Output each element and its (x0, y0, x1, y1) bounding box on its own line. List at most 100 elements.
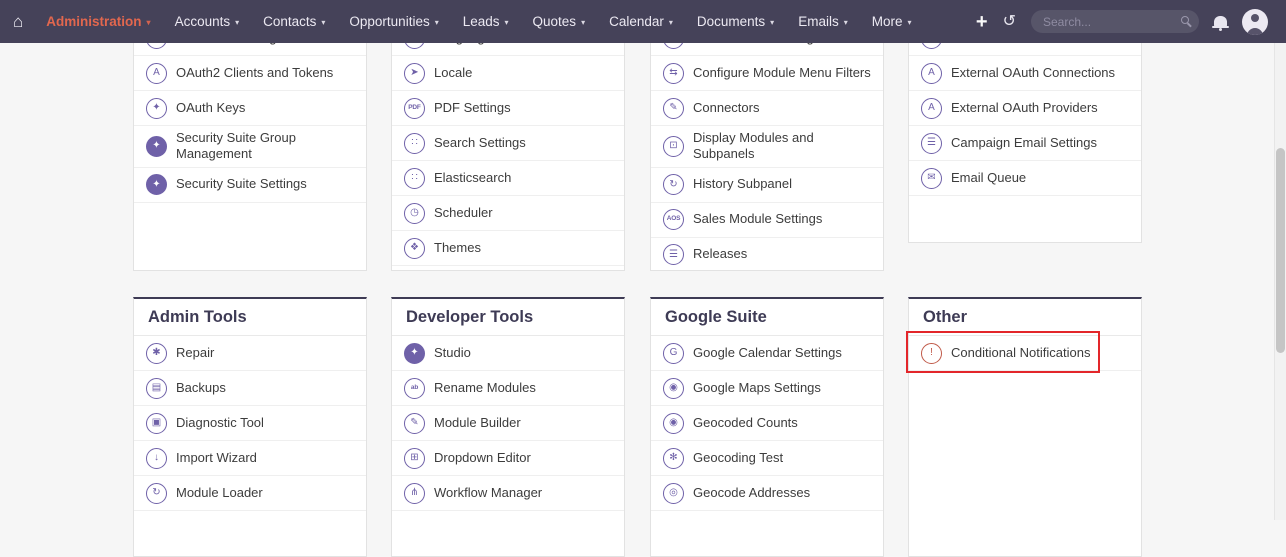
admin-link-label: OAuth Keys (176, 96, 245, 120)
admin-link-external-oauth-connections[interactable]: AExternal OAuth Connections (909, 56, 1141, 91)
admin-link-sales-module-settings[interactable]: AOSSales Module Settings (651, 203, 883, 238)
admin-link-label: Google Maps Settings (693, 376, 821, 400)
admin-link-case-module-settings[interactable]: ◍Case Module Settings (651, 43, 883, 56)
oauth2-clients-and-tokens-icon: A (146, 63, 167, 84)
admin-link-configure-module-menu-filters[interactable]: ⇆Configure Module Menu Filters (651, 56, 883, 91)
admin-link-rename-modules[interactable]: abRename Modules (392, 371, 624, 406)
quick-create-plus-icon[interactable]: + (976, 12, 988, 32)
search-icon[interactable] (1181, 16, 1189, 24)
nav-item-calendar[interactable]: Calendar▾ (597, 0, 685, 43)
admin-link-elasticsearch[interactable]: ∷Elasticsearch (392, 161, 624, 196)
admin-link-geocoded-counts[interactable]: ◉Geocoded Counts (651, 406, 883, 441)
admin-link-email-queue[interactable]: ✉Email Queue (909, 161, 1141, 196)
configure-module-menu-filters-icon: ⇆ (663, 63, 684, 84)
search-input[interactable] (1031, 10, 1199, 33)
nav-item-quotes[interactable]: Quotes▾ (521, 0, 598, 43)
chevron-down-icon: ▾ (669, 18, 673, 27)
admin-link-geocode-addresses[interactable]: ◎Geocode Addresses (651, 476, 883, 511)
admin-link-dropdown-editor[interactable]: ⊞Dropdown Editor (392, 441, 624, 476)
nav-item-opportunities[interactable]: Opportunities▾ (337, 0, 450, 43)
admin-link-locale[interactable]: ➤Locale (392, 56, 624, 91)
elasticsearch-icon: ∷ (404, 168, 425, 189)
admin-link-connectors[interactable]: ✎Connectors (651, 91, 883, 126)
home-icon[interactable]: ⌂ (0, 12, 34, 32)
admin-link-label: Case Module Settings (693, 43, 820, 50)
nav-item-more[interactable]: More▾ (860, 0, 924, 43)
admin-link-releases[interactable]: ☰Releases (651, 238, 883, 272)
nav-items: Administration▾Accounts▾Contacts▾Opportu… (34, 0, 923, 43)
nav-item-accounts[interactable]: Accounts▾ (163, 0, 252, 43)
avatar-body (1247, 28, 1263, 35)
panel-item-list: ✶Password Management A OAuth2 Clients and … (134, 43, 366, 203)
search-box (1031, 10, 1199, 33)
admin-link-languages[interactable]: ⚑Languages (392, 43, 624, 56)
chevron-down-icon: ▾ (321, 18, 325, 27)
workflow-manager-icon: ⋔ (404, 483, 425, 504)
panel-users: ✶Password Management A OAuth2 Clients and … (133, 43, 367, 271)
panel-developer-tools: Developer Tools ✦ Studio abRename Modules✎M… (391, 297, 625, 557)
admin-link-module-loader[interactable]: ↻Module Loader (134, 476, 366, 511)
panel-module-settings: ◍Case Module Settings⇆Configure Module M… (650, 43, 884, 271)
admin-link-label: Sales Module Settings (693, 207, 822, 231)
admin-link-geocoding-test[interactable]: ✻Geocoding Test (651, 441, 883, 476)
admin-link-google-maps-settings[interactable]: ◉Google Maps Settings (651, 371, 883, 406)
panel-title: Other (909, 299, 1141, 336)
admin-link-label: History Subpanel (693, 172, 792, 196)
nav-item-emails[interactable]: Emails▾ (786, 0, 860, 43)
admin-link-label: Backups (176, 376, 226, 400)
admin-link-label: Geocode Addresses (693, 481, 810, 505)
user-avatar[interactable] (1242, 9, 1268, 35)
admin-link-pdf-settings[interactable]: PDFPDF Settings (392, 91, 624, 126)
admin-link-label: Repair (176, 341, 214, 365)
nav-item-label: Leads (463, 14, 500, 29)
admin-link-label: Google Calendar Settings (693, 341, 842, 365)
admin-link-label: Studio (434, 341, 471, 365)
admin-link-outbound-email[interactable]: ✉Outbound Email (909, 43, 1141, 56)
admin-link-label: OAuth2 Clients and Tokens (176, 61, 333, 85)
panel-item-list: ⚑Languages➤LocalePDFPDF Settings∷Search … (392, 43, 624, 266)
external-oauth-connections-icon: A (921, 63, 942, 84)
admin-link-security-suite-group-management[interactable]: ✦Security Suite Group Management (134, 126, 366, 168)
panel-other: Other!Conditional Notifications (908, 297, 1142, 557)
nav-item-documents[interactable]: Documents▾ (685, 0, 786, 43)
studio-icon: ✦ (404, 343, 425, 364)
panel-title: Developer Tools (392, 299, 624, 336)
scrollbar-thumb[interactable] (1276, 148, 1285, 353)
admin-link-workflow-manager[interactable]: ⋔Workflow Manager (392, 476, 624, 511)
admin-link-security-suite-settings[interactable]: ✦Security Suite Settings (134, 168, 366, 203)
admin-link-conditional-notifications[interactable]: !Conditional Notifications (909, 336, 1141, 371)
admin-link-campaign-email-settings[interactable]: ☰Campaign Email Settings (909, 126, 1141, 161)
panel-item-list: !Conditional Notifications (909, 336, 1141, 371)
admin-link-label: Search Settings (434, 131, 526, 155)
panel-admin-tools: Admin Tools✱Repair▤Backups▣Diagnostic To… (133, 297, 367, 557)
history-icon[interactable]: ↺ (1003, 14, 1016, 30)
admin-link-google-calendar-settings[interactable]: GGoogle Calendar Settings (651, 336, 883, 371)
scrollbar-track[interactable] (1274, 43, 1286, 520)
releases-icon: ☰ (663, 244, 684, 265)
nav-item-label: Administration (46, 14, 141, 29)
admin-link-backups[interactable]: ▤Backups (134, 371, 366, 406)
admin-link-display-modules-and-subpanels[interactable]: ⊡Display Modules and Subpanels (651, 126, 883, 168)
nav-item-leads[interactable]: Leads▾ (451, 0, 521, 43)
admin-link-studio[interactable]: ✦ Studio (392, 336, 624, 371)
admin-link-module-builder[interactable]: ✎Module Builder (392, 406, 624, 441)
admin-link-password-management[interactable]: ✶Password Management (134, 43, 366, 56)
nav-item-label: Quotes (533, 14, 577, 29)
panel-item-list: ✦ Studio abRename Modules✎Module Builder⊞D… (392, 336, 624, 511)
chevron-down-icon: ▾ (844, 18, 848, 27)
admin-link-search-settings[interactable]: ∷Search Settings (392, 126, 624, 161)
admin-link-history-subpanel[interactable]: ↻History Subpanel (651, 168, 883, 203)
geocoding-test-icon: ✻ (663, 448, 684, 469)
admin-link-repair[interactable]: ✱Repair (134, 336, 366, 371)
admin-link-oauth-keys[interactable]: ✦OAuth Keys (134, 91, 366, 126)
admin-link-scheduler[interactable]: ◷Scheduler (392, 196, 624, 231)
admin-link-themes[interactable]: ❖Themes (392, 231, 624, 266)
admin-link-diagnostic-tool[interactable]: ▣Diagnostic Tool (134, 406, 366, 441)
admin-link-oauth2-clients-and-tokens[interactable]: A OAuth2 Clients and Tokens (134, 56, 366, 91)
admin-link-import-wizard[interactable]: ↓Import Wizard (134, 441, 366, 476)
notifications-bell-icon[interactable] (1214, 16, 1227, 27)
nav-item-contacts[interactable]: Contacts▾ (251, 0, 337, 43)
admin-link-external-oauth-providers[interactable]: AExternal OAuth Providers (909, 91, 1141, 126)
admin-link-label: External OAuth Providers (951, 96, 1098, 120)
nav-item-administration[interactable]: Administration▾ (34, 0, 162, 43)
